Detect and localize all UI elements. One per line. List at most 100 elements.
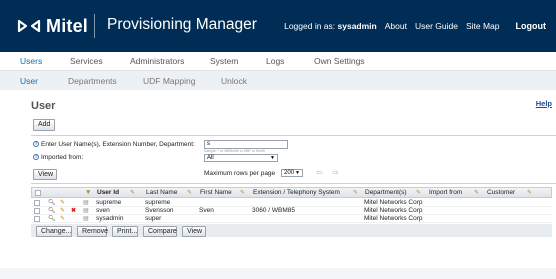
view-filter-button[interactable]: View xyxy=(33,169,57,180)
tab-logs[interactable]: Logs xyxy=(266,56,284,66)
cell-last-name: Svensson xyxy=(145,207,174,214)
tab-system[interactable]: System xyxy=(210,56,238,66)
change-button[interactable]: Change... xyxy=(36,226,72,237)
max-rows-select[interactable]: 200 ▼ xyxy=(281,169,303,177)
add-button[interactable]: Add xyxy=(33,119,55,131)
row-checkbox[interactable] xyxy=(34,216,40,222)
about-link[interactable]: About xyxy=(385,21,407,31)
cell-user-id: supreme xyxy=(96,199,122,206)
col-customer[interactable]: Customer xyxy=(487,189,515,196)
subtab-unlock[interactable]: Unlock xyxy=(221,76,247,86)
edit-icon[interactable]: ✎ xyxy=(60,207,65,215)
cell-department: Mitel Networks Corp xyxy=(364,207,423,214)
imported-label-row: ? Imported from: xyxy=(33,154,83,161)
mitel-logo[interactable]: Mitel xyxy=(17,15,88,37)
prev-page-icon[interactable]: ⇦ xyxy=(316,168,323,177)
help-icon[interactable]: ? xyxy=(33,141,39,148)
user-guide-link[interactable]: User Guide xyxy=(415,21,458,31)
document-icon: ▤ xyxy=(83,216,89,222)
col-import-from[interactable]: Import from xyxy=(429,189,462,196)
search-label-row: ? Enter User Name(s), Extension Number, D… xyxy=(33,141,195,148)
col-first-name[interactable]: First Name xyxy=(200,189,232,196)
header-divider xyxy=(94,14,95,38)
col-last-name[interactable]: Last Name xyxy=(146,189,177,196)
search-input[interactable]: s xyxy=(204,140,288,149)
cell-last-name: super xyxy=(145,215,162,222)
search-icon[interactable]: 🔍︎ xyxy=(48,199,56,207)
site-map-link[interactable]: Site Map xyxy=(466,21,500,31)
subtab-user[interactable]: User xyxy=(20,76,38,86)
imported-label: Imported from: xyxy=(41,154,84,161)
top-header: Mitel Provisioning Manager Logged in as:… xyxy=(0,0,556,52)
table-row[interactable]: 🔍︎ ✎ ✖ ▤ sven Svensson Sven 3060 / WBM85… xyxy=(31,207,552,215)
tab-own-settings[interactable]: Own Settings xyxy=(314,56,365,66)
cell-user-id: sven xyxy=(96,207,110,214)
cell-user-id: sysadmin xyxy=(96,215,124,222)
subtab-departments[interactable]: Departments xyxy=(68,76,117,86)
logged-in-user: sysadmin xyxy=(337,21,377,31)
imported-select[interactable]: All ▼ xyxy=(204,154,278,162)
col-department[interactable]: Department(s) xyxy=(365,189,407,196)
subtab-udf-mapping[interactable]: UDF Mapping xyxy=(143,76,195,86)
search-icon[interactable]: 🔍︎ xyxy=(48,215,56,223)
tab-services[interactable]: Services xyxy=(70,56,103,66)
sort-icon[interactable]: ✎ xyxy=(527,189,532,196)
cell-department: Mitel Networks Corp xyxy=(364,199,423,206)
cell-extension: 3060 / WBM85 xyxy=(252,207,295,214)
help-icon[interactable]: ? xyxy=(33,154,39,161)
col-extension[interactable]: Extension / Telephony System xyxy=(253,189,340,196)
content-panel: User Help Add ? Enter User Name(s), Exten… xyxy=(16,91,556,268)
primary-nav: Users Services Administrators System Log… xyxy=(0,52,556,70)
tab-users[interactable]: Users xyxy=(20,56,42,66)
chevron-down-icon: ▼ xyxy=(295,170,300,176)
table-header: ▼ User Id ✎ Last Name ✎ First Name ✎ Ext… xyxy=(31,187,552,198)
separator xyxy=(31,183,556,184)
row-checkbox[interactable] xyxy=(34,208,40,214)
edit-icon[interactable]: ✎ xyxy=(60,215,65,223)
logo-text: Mitel xyxy=(46,15,89,36)
logout-link[interactable]: Logout xyxy=(516,21,547,31)
next-page-icon[interactable]: ⇨ xyxy=(332,168,339,177)
search-label: Enter User Name(s), Extension Number, De… xyxy=(41,141,195,148)
page-title: User xyxy=(31,100,56,112)
select-all-checkbox[interactable] xyxy=(35,190,41,196)
filter-icon[interactable]: ▼ xyxy=(85,189,91,196)
col-user-id[interactable]: User Id xyxy=(97,189,119,196)
compare-button[interactable]: Compare xyxy=(143,226,177,237)
cell-last-name: supreme xyxy=(145,199,171,206)
search-hint: Sample: * or WBSmith or WB* or Smith xyxy=(204,149,265,153)
sort-icon[interactable]: ✎ xyxy=(130,189,135,196)
help-link[interactable]: Help xyxy=(536,99,552,108)
sort-icon[interactable]: ✎ xyxy=(187,189,192,196)
mitel-logo-icon xyxy=(17,19,41,33)
chevron-down-icon: ▼ xyxy=(270,155,275,161)
print-button[interactable]: Print... xyxy=(112,226,138,237)
cell-first-name: Sven xyxy=(199,207,214,214)
header-links: Logged in as: sysadmin About User Guide … xyxy=(276,21,546,31)
max-rows-label: Maximum rows per page xyxy=(204,170,276,177)
search-icon[interactable]: 🔍︎ xyxy=(48,207,56,215)
tab-administrators[interactable]: Administrators xyxy=(130,56,184,66)
table-action-bar: Change... Remove Print... Compare View xyxy=(31,224,552,237)
logged-in-prefix: Logged in as: xyxy=(284,21,336,31)
view-button[interactable]: View xyxy=(182,226,206,237)
document-icon: ▤ xyxy=(83,208,89,214)
logged-in-info: Logged in as: sysadmin xyxy=(284,21,377,31)
document-icon: ▤ xyxy=(83,200,89,206)
separator xyxy=(31,135,556,136)
row-checkbox[interactable] xyxy=(34,200,40,206)
sort-icon[interactable]: ✎ xyxy=(416,189,421,196)
sort-icon[interactable]: ✎ xyxy=(240,189,245,196)
max-rows-value: 200 xyxy=(284,170,295,176)
table-row[interactable]: 🔍︎ ✎ ▤ sysadmin super Mitel Networks Cor… xyxy=(31,215,552,223)
cell-department: Mitel Networks Corp xyxy=(364,215,423,222)
secondary-nav: User Departments UDF Mapping Unlock xyxy=(0,70,556,90)
imported-value: All xyxy=(207,155,214,161)
table-row[interactable]: 🔍︎ ✎ ▤ supreme supreme Mitel Networks Co… xyxy=(31,199,552,207)
sort-icon[interactable]: ✎ xyxy=(474,189,479,196)
remove-button[interactable]: Remove xyxy=(77,226,108,237)
delete-icon[interactable]: ✖ xyxy=(71,207,76,215)
app-title: Provisioning Manager xyxy=(107,16,257,33)
sort-icon[interactable]: ✎ xyxy=(353,189,358,196)
edit-icon[interactable]: ✎ xyxy=(60,199,65,207)
